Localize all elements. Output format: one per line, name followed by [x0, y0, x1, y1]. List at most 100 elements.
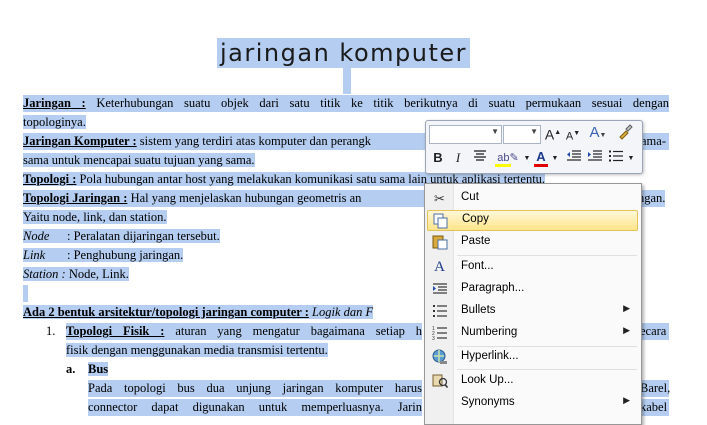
styles-button[interactable]: A▼ [586, 124, 610, 142]
menu-item-hyperlink[interactable]: Hyperlink... [427, 347, 638, 368]
align-center-icon [474, 150, 486, 161]
menu-item-label: Bullets [461, 304, 496, 316]
bullets-icon [609, 150, 623, 162]
menu-item-synonyms[interactable]: Synonyms ▶ [427, 393, 638, 414]
grow-font-icon: A [544, 126, 555, 143]
grow-font-button[interactable]: A▲ [544, 124, 562, 143]
paragraph-line[interactable]: Yaitu node, link, dan station. [23, 209, 167, 226]
mini-toolbar: ▼ ▼ A▲ A▼ A▼ B I ab✎ ▼ A ▼ ▼ [425, 120, 643, 174]
submenu-arrow-icon: ▶ [623, 395, 630, 405]
font-color-icon: A [536, 149, 546, 164]
paragraph-line[interactable]: sama untuk mencapai suatu tujuan yang sa… [23, 152, 255, 169]
submenu-arrow-icon: ▶ [623, 325, 630, 335]
font-size-combo[interactable]: ▼ [503, 125, 541, 144]
list-letter: a. [66, 362, 76, 376]
copy-icon [432, 213, 449, 230]
font-color-bar [534, 164, 548, 167]
context-menu: ✂ Cut Copy Paste A Font... Paragraph... … [424, 183, 642, 425]
font-name-combo[interactable]: ▼ [429, 125, 502, 144]
center-align-button[interactable] [471, 149, 489, 167]
text: Keterhubungan suatu objek dari satu titi… [96, 96, 670, 110]
menu-item-cut[interactable]: ✂ Cut [427, 188, 638, 209]
list-item-bus[interactable]: Bus [88, 361, 109, 378]
text: Hal yang menjelaskan hubungan geometris … [130, 191, 362, 205]
definition-station[interactable]: Station : Node, Link. [23, 266, 129, 283]
term-topologi: Topologi : [23, 172, 77, 186]
menu-separator [457, 369, 637, 370]
scissors-icon: ✂ [434, 191, 445, 206]
architecture-heading[interactable]: Ada 2 bentuk arsitektur/topologi jaringa… [23, 304, 374, 321]
menu-separator [457, 255, 637, 256]
definition-node[interactable]: Node: Peralatan dijaringan tersebut. [23, 228, 220, 245]
menu-item-label: Synonyms [461, 396, 515, 408]
menu-item-label: Look Up... [461, 374, 514, 386]
text: sistem yang terdiri atas komputer dan pe… [139, 134, 371, 148]
increase-indent-icon [588, 150, 602, 161]
term-topologi-fisik: Topologi Fisik : [66, 324, 165, 338]
menu-item-font[interactable]: A Font... [427, 257, 638, 278]
font-icon: A [434, 259, 445, 275]
text-fragment: ngan. [638, 190, 666, 207]
hyperlink-icon [431, 349, 448, 366]
menu-item-label: Paste [461, 235, 491, 247]
paragraph-jaringan[interactable]: Jaringan : Keterhubungan suatu objek dar… [23, 95, 669, 112]
bullets-icon [431, 303, 448, 320]
svg-text:3: 3 [432, 336, 435, 341]
menu-item-copy[interactable]: Copy [427, 210, 638, 231]
list-item-topologi-fisik[interactable]: Topologi Fisik : aturan yang mengatur ba… [66, 323, 422, 340]
bus-paragraph-line[interactable]: connector dapat digunakan untuk memperlu… [88, 399, 422, 416]
lookup-icon [431, 373, 448, 390]
highlight-color-bar [495, 164, 511, 167]
menu-item-label: Numbering [461, 326, 518, 338]
submenu-arrow-icon: ▶ [623, 303, 630, 313]
chevron-down-icon: ▼ [491, 127, 499, 136]
styles-icon: A [589, 124, 600, 141]
menu-item-label: Hyperlink... [461, 350, 519, 362]
highlighter-icon: ab✎ [497, 152, 519, 164]
term-link: Link [23, 248, 46, 262]
paragraph-topologi-jaringan[interactable]: Topologi Jaringan : Hal yang menjelaskan… [23, 190, 426, 207]
highlight-dropdown[interactable]: ▼ [523, 150, 531, 168]
increase-indent-button[interactable] [586, 149, 604, 167]
italic-button[interactable]: I [451, 149, 465, 167]
text: sama untuk mencapai suatu tujuan yang sa… [23, 153, 255, 167]
text: Yaitu node, link, dan station. [23, 210, 167, 224]
font-color-button[interactable]: A [533, 148, 549, 167]
menu-item-paste[interactable]: Paste [427, 232, 638, 253]
highlight-button[interactable]: ab✎ [493, 148, 523, 167]
text-fragment: ama- [641, 133, 669, 150]
menu-item-label: Cut [461, 191, 479, 203]
list-item-line[interactable]: fisik dengan menggunakan media transmisi… [66, 342, 328, 359]
shrink-font-button[interactable]: A▼ [565, 125, 581, 143]
text: Logik dan F [312, 305, 374, 319]
term-topologi-jaringan: Topologi Jaringan : [23, 191, 128, 205]
text: fisik dengan menggunakan media transmisi… [66, 343, 328, 357]
paragraph-jaringan-komputer[interactable]: Jaringan Komputer : sistem yang terdiri … [23, 133, 426, 150]
paragraph-line[interactable]: topologinya. [23, 114, 86, 131]
menu-item-bullets[interactable]: Bullets ▶ [427, 301, 638, 322]
text: : Penghubung jaringan. [67, 248, 184, 262]
menu-item-label: Font... [461, 260, 494, 272]
menu-item-lookup[interactable]: Look Up... [427, 371, 638, 392]
definition-link[interactable]: Link : Penghubung jaringan. [23, 247, 184, 264]
empty-line-selection [23, 285, 28, 302]
menu-item-paragraph[interactable]: Paragraph... [427, 279, 638, 300]
menu-item-numbering[interactable]: 123 Numbering ▶ [427, 323, 638, 344]
bullets-toolbar-button[interactable] [607, 149, 625, 167]
term-jaringan: Jaringan : [23, 96, 86, 110]
decrease-indent-button[interactable] [565, 149, 583, 167]
menu-item-label: Paragraph... [461, 282, 525, 294]
format-painter-button[interactable] [616, 124, 634, 142]
menu-item-label: Copy [462, 213, 489, 225]
numbering-icon: 123 [431, 325, 448, 342]
document-title: jaringan komputer [217, 38, 470, 68]
term-bus: Bus [88, 362, 109, 376]
bullets-dropdown[interactable]: ▼ [627, 150, 635, 168]
bus-paragraph-line[interactable]: Pada topologi bus dua unjung jaringan ko… [88, 380, 422, 397]
list-number: 1. [46, 324, 56, 338]
bold-button[interactable]: B [431, 149, 445, 167]
text-fragment: kabel [640, 399, 669, 416]
font-color-dropdown[interactable]: ▼ [551, 150, 559, 168]
text: topologinya. [23, 115, 86, 129]
heading-text: Ada 2 bentuk arsitektur/topologi jaringa… [23, 305, 309, 319]
